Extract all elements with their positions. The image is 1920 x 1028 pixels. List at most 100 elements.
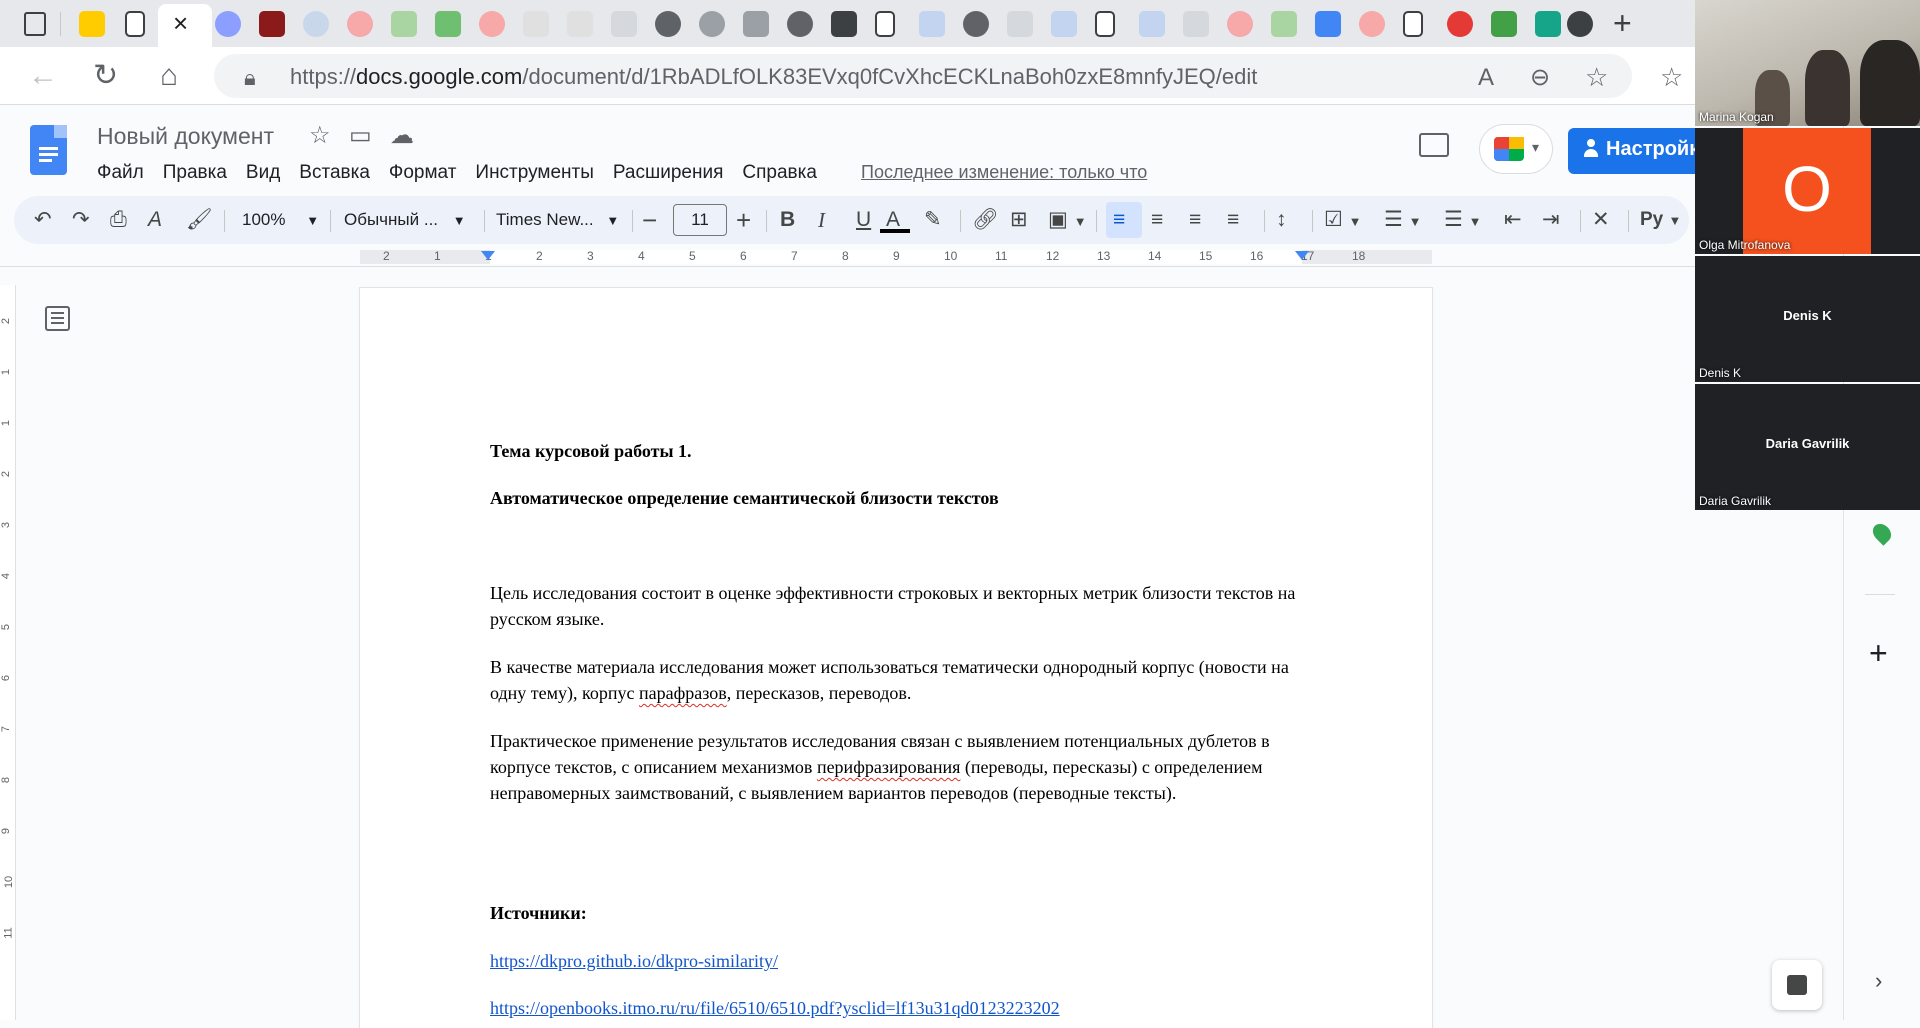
tab-github-icon[interactable] xyxy=(963,11,989,37)
tab-wikipedia-icon[interactable] xyxy=(523,11,549,37)
tab-mail-icon[interactable] xyxy=(79,11,105,37)
print-icon[interactable]: ⎙ xyxy=(110,196,127,244)
checklist-icon[interactable]: ☑ ▼ xyxy=(1324,196,1362,244)
right-indent-marker[interactable] xyxy=(1295,251,1309,260)
tab-book-icon[interactable] xyxy=(919,11,945,37)
tab-dkpro-icon[interactable] xyxy=(1007,11,1033,37)
move-folder-icon[interactable]: ▭ xyxy=(349,123,372,149)
last-edit-link[interactable]: Последнее изменение: только что xyxy=(861,162,1147,183)
tab-book-icon[interactable] xyxy=(1139,11,1165,37)
tab-yandex-icon[interactable] xyxy=(1227,11,1253,37)
chevron-right-icon[interactable]: › xyxy=(1875,968,1882,994)
underline-icon[interactable]: U xyxy=(856,196,871,244)
menu-insert[interactable]: Вставка xyxy=(299,162,370,184)
add-comment-icon[interactable]: ⊞ xyxy=(1010,196,1028,244)
font-family-select[interactable]: Times New... ▼ xyxy=(496,196,619,244)
docs-logo-icon[interactable] xyxy=(30,125,67,175)
tab-github-icon[interactable] xyxy=(1567,11,1593,37)
tab-dkpro-icon[interactable] xyxy=(1183,11,1209,37)
insert-image-icon[interactable]: ▣ ▼ xyxy=(1048,196,1087,244)
tab-document-icon[interactable] xyxy=(1095,11,1115,37)
left-indent-marker[interactable] xyxy=(481,251,495,260)
source-link-dkpro[interactable]: https://dkpro.github.io/dkpro-similarity… xyxy=(490,951,778,971)
undo-icon[interactable]: ↶ xyxy=(34,196,52,244)
decrease-font-size-icon[interactable]: − xyxy=(642,196,657,244)
tab-smile-icon[interactable] xyxy=(1491,11,1517,37)
bulleted-list-icon[interactable]: ☰ ▼ xyxy=(1384,196,1422,244)
tab-globe-icon[interactable] xyxy=(699,11,725,37)
share-button[interactable]: Настройки xyxy=(1568,128,1708,174)
tab-document-icon[interactable] xyxy=(875,11,895,37)
star-icon[interactable]: ☆ xyxy=(309,123,331,149)
align-center-icon[interactable]: ≡ xyxy=(1151,196,1163,244)
tab-tds-icon[interactable] xyxy=(743,11,769,37)
tab-pulse-icon[interactable] xyxy=(611,11,637,37)
spelling-error[interactable]: перифразирования xyxy=(817,757,960,777)
increase-indent-icon[interactable]: ⇥ xyxy=(1542,196,1560,244)
url-text[interactable]: https://docs.google.com/document/d/1RbAD… xyxy=(290,64,1257,90)
tab-close-icon[interactable]: × xyxy=(173,10,188,36)
menu-file[interactable]: Файл xyxy=(97,162,144,184)
tab-yandex-icon[interactable] xyxy=(479,11,505,37)
tab-drive-icon[interactable] xyxy=(391,11,417,37)
font-size-input[interactable]: 11 xyxy=(673,204,727,236)
meet-button[interactable]: ▾ xyxy=(1480,125,1552,173)
comments-icon[interactable] xyxy=(1419,133,1449,157)
align-justify-icon[interactable]: ≡ xyxy=(1227,196,1239,244)
document-outline-icon[interactable] xyxy=(45,306,70,331)
new-tab-icon[interactable]: + xyxy=(1613,7,1632,39)
document-title[interactable]: Новый документ xyxy=(97,123,274,150)
bold-icon[interactable]: B xyxy=(780,196,795,244)
zoom-icon[interactable]: ⊖ xyxy=(1530,63,1550,93)
tab-yandex-icon[interactable] xyxy=(347,11,373,37)
tab-yandex-icon[interactable] xyxy=(1359,11,1385,37)
text-color-icon[interactable]: A xyxy=(886,196,900,244)
document-page[interactable]: Тема курсовой работы 1. Автоматическое о… xyxy=(360,288,1432,1028)
lock-icon[interactable]: 🔒︎ xyxy=(244,63,256,93)
tab-drive-icon[interactable] xyxy=(1271,11,1297,37)
tab-medium-icon[interactable] xyxy=(831,11,857,37)
read-aloud-icon[interactable]: A xyxy=(1478,63,1494,93)
zoom-select[interactable]: 100% ▼ xyxy=(242,196,319,244)
italic-icon[interactable]: I xyxy=(818,196,825,244)
tab-document-icon[interactable] xyxy=(1403,11,1423,37)
spellcheck-icon[interactable]: A xyxy=(148,196,162,244)
numbered-list-icon[interactable]: ☰ ▼ xyxy=(1444,196,1482,244)
highlight-icon[interactable]: ✎ xyxy=(924,196,942,244)
source-link-itmo[interactable]: https://openbooks.itmo.ru/ru/file/6510/6… xyxy=(490,998,1060,1018)
reload-icon[interactable]: ↻ xyxy=(93,61,118,91)
video-tile-marina[interactable]: Marina Kogan xyxy=(1695,0,1920,126)
add-addon-icon[interactable]: + xyxy=(1869,637,1888,669)
back-icon[interactable]: ← xyxy=(28,61,58,91)
tab-document-icon[interactable] xyxy=(125,11,145,37)
favorites-icon[interactable]: ☆ xyxy=(1660,62,1683,92)
tab-docs-icon[interactable] xyxy=(1315,11,1341,37)
clear-formatting-icon[interactable]: ✕ xyxy=(1592,196,1610,244)
tab-github-icon[interactable] xyxy=(655,11,681,37)
video-tile-olga[interactable]: O Olga Mitrofanova xyxy=(1695,128,1920,254)
align-right-icon[interactable]: ≡ xyxy=(1189,196,1201,244)
tab-site-icon[interactable] xyxy=(215,11,241,37)
tab-yandex-icon[interactable] xyxy=(1447,11,1473,37)
tab-wikipedia-icon[interactable] xyxy=(567,11,593,37)
menu-help[interactable]: Справка xyxy=(742,162,817,184)
menu-edit[interactable]: Правка xyxy=(163,162,227,184)
add-favorite-icon[interactable]: ☆ xyxy=(1585,62,1608,92)
input-tools-select[interactable]: Ру ▼ xyxy=(1640,196,1681,244)
paragraph-style-select[interactable]: Обычный ... ▼ xyxy=(344,196,466,244)
explore-button[interactable] xyxy=(1772,960,1822,1010)
redo-icon[interactable]: ↷ xyxy=(72,196,90,244)
align-left-icon[interactable]: ≡ xyxy=(1113,196,1125,244)
menu-tools[interactable]: Инструменты xyxy=(475,162,593,184)
tab-site-icon[interactable] xyxy=(259,11,285,37)
menu-format[interactable]: Формат xyxy=(389,162,457,184)
cloud-saved-icon[interactable]: ☁ xyxy=(390,123,414,149)
tab-researchgate-icon[interactable] xyxy=(1535,11,1561,37)
tab-sheets-icon[interactable] xyxy=(435,11,461,37)
tab-wordpress-icon[interactable] xyxy=(303,11,329,37)
increase-font-size-icon[interactable]: + xyxy=(736,196,751,244)
menu-view[interactable]: Вид xyxy=(246,162,280,184)
video-tile-daria[interactable]: Daria Gavrilik Daria Gavrilik xyxy=(1695,384,1920,510)
tab-github-icon[interactable] xyxy=(787,11,813,37)
sidebar-toggle-icon[interactable] xyxy=(24,12,46,36)
